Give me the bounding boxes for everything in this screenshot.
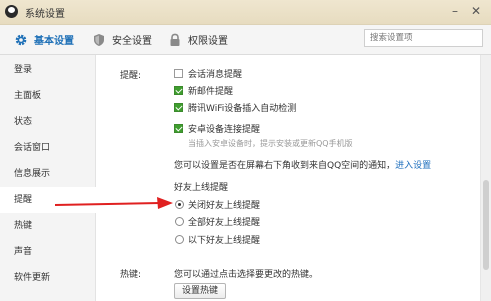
annotation-arrow bbox=[54, 197, 173, 209]
